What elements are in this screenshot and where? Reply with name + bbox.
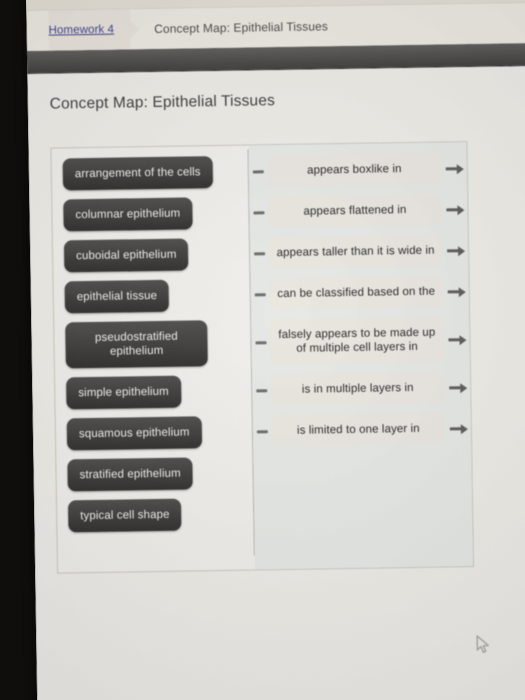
dash-connector-icon <box>256 429 268 433</box>
phrase-column: appears boxlike in appears flattened in … <box>248 142 474 570</box>
phrase-drop-target[interactable]: appears taller than it is wide in <box>267 234 444 270</box>
term-chip[interactable]: stratified epithelium <box>67 457 193 492</box>
arrow-right-icon <box>449 423 469 434</box>
dash-connector-icon <box>256 388 268 392</box>
phrase-drop-target[interactable]: appears flattened in <box>267 193 443 229</box>
phrase-drop-target[interactable]: is limited to one layer in <box>270 412 447 448</box>
dash-connector-icon <box>255 340 267 344</box>
arrow-right-icon <box>445 163 465 174</box>
concept-map-panel: arrangement of the cells columnar epithe… <box>50 141 475 574</box>
phrase-row: can be classified based on the <box>250 275 468 311</box>
term-chip[interactable]: squamous epithelium <box>66 416 202 451</box>
page-content-area: Concept Map: Epithelial Tissues arrangem… <box>27 65 525 700</box>
breadcrumb-parent-link[interactable]: Homework 4 <box>48 24 114 37</box>
phrase-drop-target[interactable]: is in multiple layers in <box>270 371 446 407</box>
term-chip[interactable]: cuboidal epithelium <box>63 238 189 273</box>
arrow-right-icon <box>446 204 465 215</box>
term-chip[interactable]: simple epithelium <box>66 375 182 410</box>
phrase-row: appears taller than it is wide in <box>250 234 468 270</box>
term-bank-column: arrangement of the cells columnar epithe… <box>51 146 254 573</box>
dash-connector-icon <box>253 210 265 214</box>
term-chip[interactable]: typical cell shape <box>67 498 182 533</box>
term-chip[interactable]: pseudostratified epithelium <box>65 320 208 369</box>
term-chip[interactable]: arrangement of the cells <box>62 156 213 191</box>
phrase-drop-target[interactable]: falsely appears to be made up of multipl… <box>269 316 445 366</box>
photo-frame: Homework 4 Concept Map: Epithelial Tissu… <box>0 0 525 700</box>
phrase-drop-target[interactable]: appears boxlike in <box>266 152 443 188</box>
breadcrumb: Homework 4 Concept Map: Epithelial Tissu… <box>26 2 525 51</box>
arrow-right-icon <box>449 382 468 393</box>
breadcrumb-current-label: Concept Map: Epithelial Tissues <box>154 19 329 36</box>
dash-connector-icon <box>254 251 266 255</box>
phrase-row: appears flattened in <box>249 193 467 229</box>
arrow-right-icon <box>447 245 466 256</box>
phrase-row: is limited to one layer in <box>253 412 471 448</box>
page-title: Concept Map: Epithelial Tissues <box>49 92 276 113</box>
mouse-cursor-icon <box>476 635 489 653</box>
phrase-row: is in multiple layers in <box>252 371 470 407</box>
breadcrumb-parent-tab[interactable]: Homework 4 <box>48 9 131 51</box>
phrase-row: appears boxlike in <box>249 152 467 188</box>
dash-connector-icon <box>254 292 266 296</box>
screen-content: Homework 4 Concept Map: Epithelial Tissu… <box>26 0 525 700</box>
phrase-row: falsely appears to be made up of multipl… <box>251 316 470 366</box>
phrase-drop-target[interactable]: can be classified based on the <box>268 275 444 311</box>
term-chip[interactable]: epithelial tissue <box>64 279 170 314</box>
arrow-right-icon <box>447 286 467 297</box>
term-chip[interactable]: columnar epithelium <box>63 197 193 232</box>
arrow-right-icon <box>448 334 467 345</box>
dash-connector-icon <box>252 169 264 173</box>
